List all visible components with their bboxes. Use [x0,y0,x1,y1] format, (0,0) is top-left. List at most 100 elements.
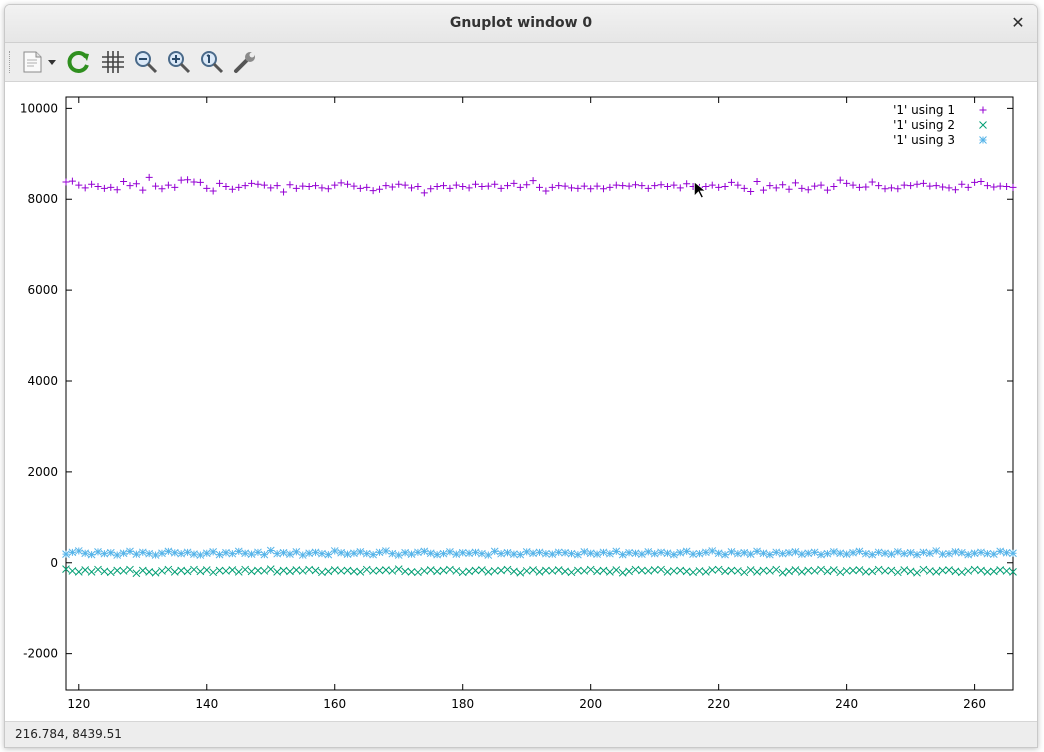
data-point-series-1 [721,183,729,191]
data-point-series-2 [337,567,345,575]
data-point-series-2 [567,568,576,577]
y-tick-label: 4000 [27,374,58,388]
data-point-series-3 [708,547,717,555]
data-point-series-2 [68,567,77,575]
data-point-series-1 [427,185,435,193]
data-point-series-3 [561,548,569,557]
data-point-series-2 [138,566,147,575]
data-point-series-2 [829,566,838,574]
data-point-series-2 [369,567,377,575]
data-point-series-2 [932,568,941,576]
y-tick-label: -2000 [23,647,58,661]
data-point-series-2 [362,565,371,574]
data-point-series-2 [100,567,109,576]
wrench-icon [234,52,255,73]
close-button[interactable]: ✕ [1007,12,1029,34]
y-tick-label: 10000 [20,101,58,115]
data-point-series-3 [765,550,774,559]
data-point-series-1 [254,180,262,188]
data-point-series-1 [638,182,646,190]
data-point-series-3 [734,549,742,558]
data-point-series-2 [631,565,640,574]
autoscale-button[interactable] [198,49,226,75]
data-point-series-3 [791,548,800,556]
plot-area[interactable]: -2000 0 2000 4000 6000 8000 10000 120 140 160 180 2… [5,82,1037,720]
title-bar[interactable]: Gnuplot window 0 ✕ [5,5,1037,43]
data-point-series-2 [113,566,122,575]
data-point-series-1 [324,185,332,193]
data-point-series-2 [874,565,883,574]
gnuplot-window: Gnuplot window 0 ✕ -2000 0 2000 4000 600… [4,4,1038,748]
data-point-series-3 [138,548,147,557]
data-point-series-1 [433,183,441,191]
data-point-series-2 [842,567,851,575]
data-point-series-1 [235,183,243,191]
data-point-series-2 [881,567,889,575]
data-point-series-1 [209,187,217,195]
data-point-series-2 [478,566,486,574]
data-point-series-2 [676,566,685,575]
data-point-series-3 [407,550,416,558]
data-point-series-2 [183,567,192,576]
data-point-series-1 [926,182,934,190]
data-point-series-3 [311,548,320,557]
data-point-series-1 [88,180,96,188]
zoom-previous-button[interactable] [132,49,160,75]
copy-clipboard-button[interactable] [19,49,59,75]
data-point-series-2 [612,566,621,574]
data-point-series-3 [638,550,646,558]
data-point-series-1 [152,182,160,190]
data-point-series-1 [561,182,569,190]
settings-button[interactable] [231,49,259,75]
data-point-series-1 [356,184,364,192]
zoom-next-button[interactable] [165,49,193,75]
data-point-series-3 [132,550,141,558]
data-point-series-2 [279,566,288,575]
data-point-series-3 [548,550,557,558]
x-tick-label: 160 [323,697,346,711]
data-point-series-1 [811,182,819,190]
data-point-series-3 [554,548,563,557]
data-point-series-1 [804,186,812,194]
data-point-series-3 [298,551,307,559]
data-point-series-3 [478,549,486,558]
data-point-series-2 [414,568,422,577]
data-point-series-1 [663,183,671,191]
data-point-series-2 [490,567,499,575]
data-point-series-1 [593,182,601,190]
data-point-series-1 [849,181,857,189]
data-point-series-2 [759,566,768,575]
data-point-series-3 [836,549,845,558]
data-point-series-1 [919,179,927,187]
data-point-series-1 [395,180,403,188]
data-point-series-3 [996,547,1005,556]
data-point-series-1 [465,184,473,192]
data-point-series-2 [887,566,896,575]
data-point-series-1 [676,184,684,192]
data-point-series-3 [881,549,889,558]
data-point-series-3 [106,548,115,557]
data-point-series-3 [951,548,960,556]
data-point-series-1 [670,181,678,189]
data-point-series-3 [497,549,505,558]
replot-button[interactable] [65,49,93,75]
data-point-series-3 [401,548,409,557]
data-point-series-1 [363,183,371,191]
data-point-series-3 [670,550,678,559]
data-point-series-1 [459,183,467,191]
data-point-series-3 [957,548,966,557]
data-point-series-2 [734,567,742,575]
data-point-series-1 [958,180,966,188]
data-point-series-2 [529,566,537,574]
toolbar-grip[interactable] [9,51,13,73]
data-point-series-3 [337,548,345,557]
scatter-chart[interactable]: -2000 0 2000 4000 6000 8000 10000 120 140 160 180 2… [5,82,1037,720]
data-point-series-2 [458,568,467,577]
data-point-series-3 [612,547,621,556]
data-point-series-3 [170,548,179,557]
data-point-series-3 [721,550,729,559]
data-point-series-1 [440,182,448,190]
data-point-series-1 [228,185,236,193]
toggle-grid-button[interactable] [99,49,127,75]
data-point-series-2 [721,567,729,576]
